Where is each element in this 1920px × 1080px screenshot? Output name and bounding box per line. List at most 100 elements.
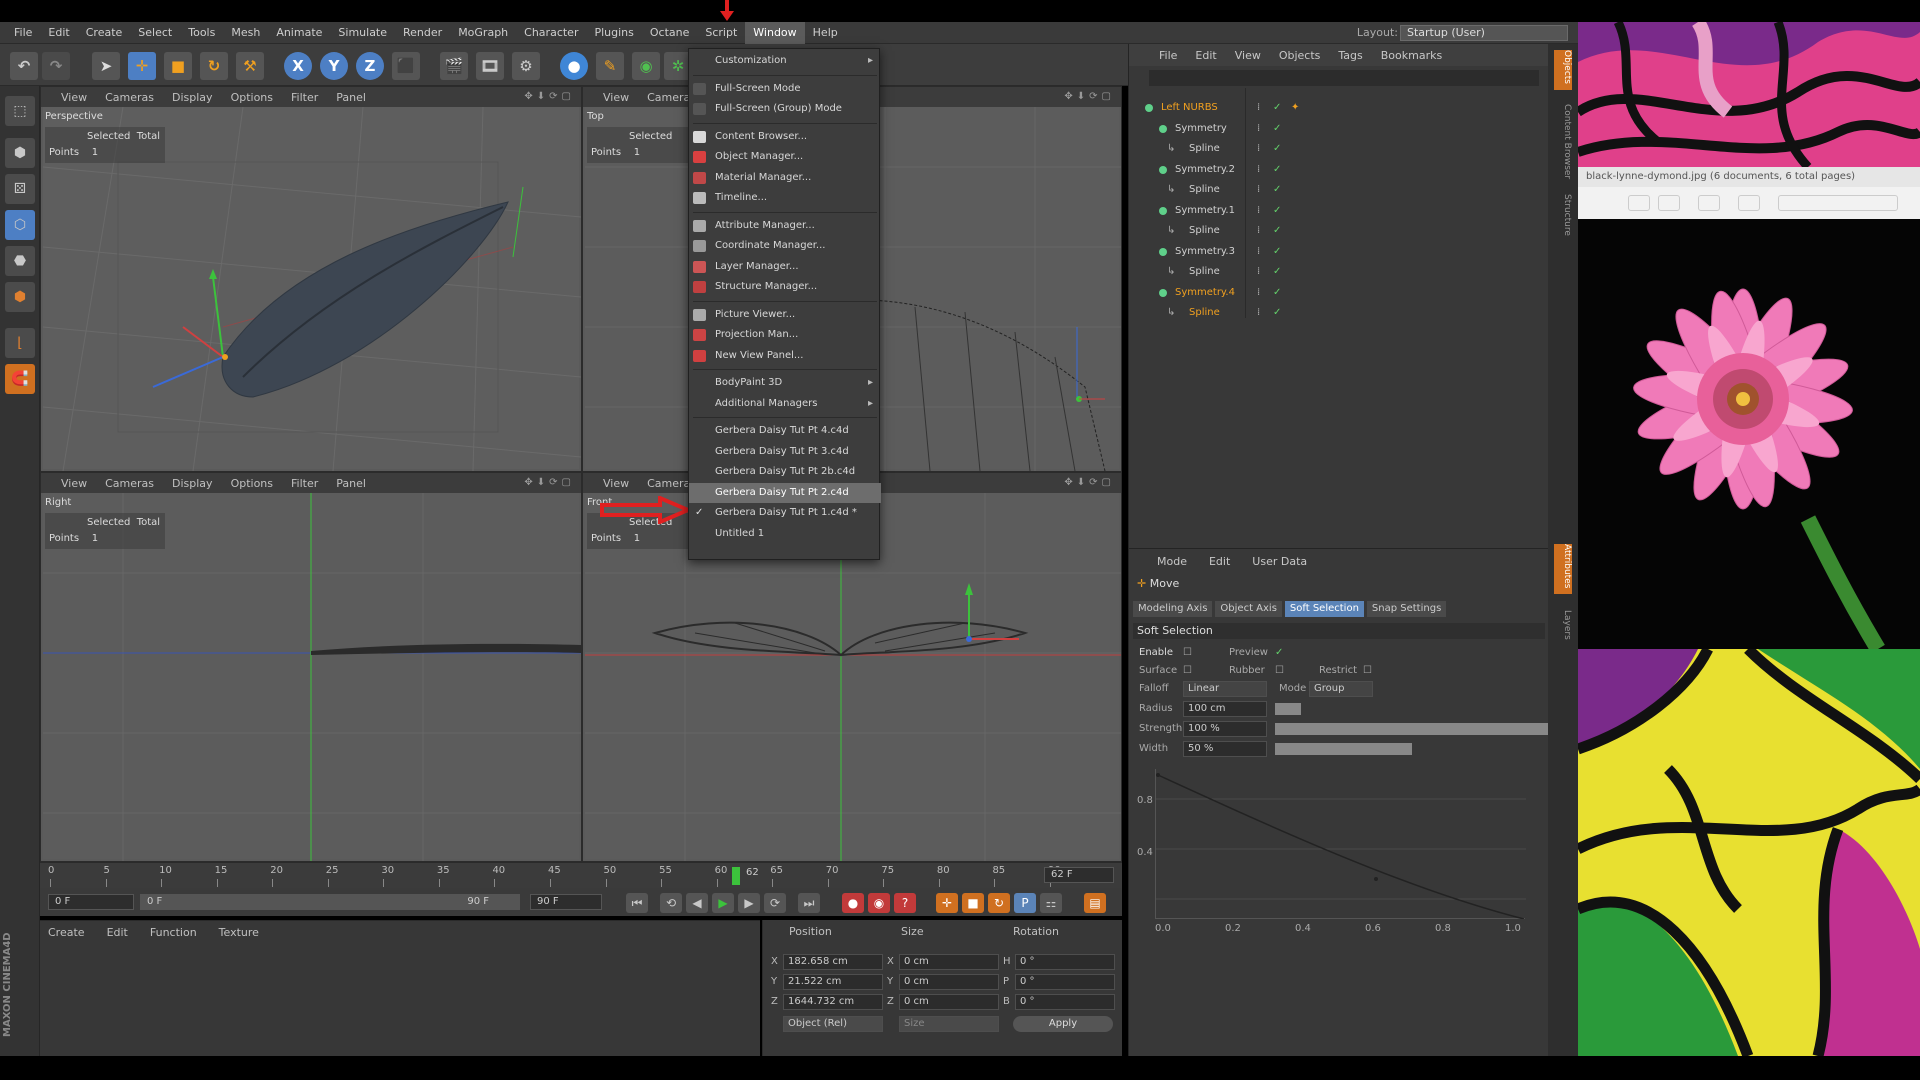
window-menu-item[interactable]: Gerbera Daisy Tut Pt 3.c4d	[689, 442, 881, 462]
om-menu-objects[interactable]: Objects	[1279, 49, 1321, 62]
enabled-check-icon[interactable]: ✓	[1273, 221, 1281, 241]
window-menu-item[interactable]: Gerbera Daisy Tut Pt 2.c4d	[689, 482, 881, 503]
radius-field[interactable]: 100 cm	[1183, 701, 1267, 717]
menu-render[interactable]: Render	[395, 22, 450, 44]
tag-icon[interactable]: ✦	[1291, 98, 1299, 118]
recent-tool-icon[interactable]: ⚒	[236, 52, 264, 80]
viewport-nav-icons[interactable]: ✥⬇⟳▢	[524, 477, 575, 488]
menu-window[interactable]: Window	[745, 21, 805, 44]
menu-plugins[interactable]: Plugins	[586, 22, 641, 44]
enabled-check-icon[interactable]: ✓	[1273, 119, 1281, 139]
window-menu-item[interactable]: ✓ Gerbera Daisy Tut Pt 1.c4d *	[689, 503, 881, 523]
menu-select[interactable]: Select	[130, 22, 180, 44]
window-menu-item[interactable]: Timeline...	[689, 188, 881, 208]
select-pointer-icon[interactable]: ➤	[92, 52, 120, 80]
vp-menu-options[interactable]: Options	[231, 91, 273, 104]
render-view-icon[interactable]: 🎬	[440, 52, 468, 80]
visibility-dots-icon[interactable]: ⁞	[1257, 221, 1260, 241]
size-x-field[interactable]: 0 cm	[899, 954, 999, 970]
visibility-dots-icon[interactable]: ⁞	[1257, 262, 1260, 282]
pen-spline-icon[interactable]: ✎	[596, 52, 624, 80]
object-row[interactable]: Left NURBS ⁞ ✓ ✦	[1129, 98, 1549, 118]
enabled-check-icon[interactable]: ✓	[1273, 201, 1281, 221]
points-mode-icon[interactable]: ⬡	[5, 210, 35, 240]
rotation-b-field[interactable]: 0 °	[1015, 994, 1115, 1010]
rotation-p-field[interactable]: 0 °	[1015, 974, 1115, 990]
viewport-nav-icons[interactable]: ✥⬇⟳▢	[524, 91, 575, 102]
texture-mode-icon[interactable]: ⚄	[5, 174, 35, 204]
axis-mode-icon[interactable]: ⌊	[5, 328, 35, 358]
mat-menu-texture[interactable]: Texture	[219, 926, 259, 939]
falloff-select[interactable]: Linear	[1183, 681, 1267, 697]
enable-checkbox[interactable]: ☐	[1183, 647, 1192, 658]
make-editable-icon[interactable]: ⬚	[5, 96, 35, 126]
window-menu-item[interactable]: Gerbera Daisy Tut Pt 4.c4d	[689, 421, 881, 441]
rotation-key-icon[interactable]: ↻	[988, 893, 1010, 913]
object-row-spline[interactable]: ↳ Spline ⁞ ✓	[1129, 221, 1549, 241]
width-field[interactable]: 50 %	[1183, 741, 1267, 757]
timeline-ticks[interactable]: 051015202530354045505560657075808590	[48, 865, 1068, 887]
enabled-check-icon[interactable]: ✓	[1273, 180, 1281, 200]
model-mode-icon[interactable]: ⬢	[5, 138, 35, 168]
preview-dropdown-icon[interactable]	[1658, 195, 1680, 211]
menu-script[interactable]: Script	[697, 22, 745, 44]
side-tab-attributes[interactable]: Attributes	[1554, 544, 1572, 594]
window-menu-item[interactable]: Gerbera Daisy Tut Pt 2b.c4d	[689, 462, 881, 482]
visibility-dots-icon[interactable]: ⁞	[1257, 180, 1260, 200]
redo-icon[interactable]: ↷	[42, 52, 70, 80]
goto-start-icon[interactable]: ⏮	[626, 893, 648, 913]
window-menu-item[interactable]: Additional Managers ▸	[689, 394, 881, 414]
menu-animate[interactable]: Animate	[268, 22, 330, 44]
visibility-dots-icon[interactable]: ⁞	[1257, 119, 1260, 139]
menu-create[interactable]: Create	[78, 22, 131, 44]
visibility-dots-icon[interactable]: ⁞	[1257, 98, 1260, 118]
menu-simulate[interactable]: Simulate	[330, 22, 395, 44]
x-axis-lock-icon[interactable]: X	[284, 52, 312, 80]
goto-prev-key-icon[interactable]: ⟲	[660, 893, 682, 913]
preview-checkbox[interactable]: ✓	[1275, 647, 1283, 658]
menu-tools[interactable]: Tools	[180, 22, 223, 44]
vp-menu-view[interactable]: View	[603, 91, 629, 104]
om-menu-edit[interactable]: Edit	[1195, 49, 1216, 62]
side-tab-structure[interactable]: Structure	[1554, 194, 1572, 244]
menu-mograph[interactable]: MoGraph	[450, 22, 516, 44]
timeline-playhead[interactable]	[732, 867, 740, 885]
object-row[interactable]: Symmetry.1 ⁞ ✓	[1129, 201, 1549, 221]
enabled-check-icon[interactable]: ✓	[1273, 283, 1281, 303]
autokey-icon[interactable]: ◉	[868, 893, 890, 913]
window-menu-item[interactable]: Customization ▸	[689, 51, 881, 71]
mat-menu-create[interactable]: Create	[48, 926, 85, 939]
window-menu-item[interactable]: BodyPaint 3D ▸	[689, 373, 881, 393]
window-menu-item[interactable]: Material Manager...	[689, 168, 881, 188]
object-row[interactable]: Symmetry.3 ⁞ ✓	[1129, 242, 1549, 262]
tab-soft-selection[interactable]: Soft Selection	[1284, 601, 1364, 617]
tab-object-axis[interactable]: Object Axis	[1215, 601, 1282, 617]
preview-search-field[interactable]	[1778, 195, 1898, 211]
position-z-field[interactable]: 1644.732 cm	[783, 994, 883, 1010]
end-frame-field[interactable]: 90 F	[530, 894, 602, 910]
viewport-nav-icons[interactable]: ✥⬇⟳▢	[1064, 477, 1115, 488]
object-row[interactable]: Symmetry.4 ⁞ ✓	[1129, 283, 1549, 303]
window-menu-item[interactable]: Picture Viewer...	[689, 305, 881, 325]
menu-octane[interactable]: Octane	[642, 22, 698, 44]
render-picture-viewer-icon[interactable]: 🎞	[476, 52, 504, 80]
position-key-icon[interactable]: ✛	[936, 893, 958, 913]
visibility-dots-icon[interactable]: ⁞	[1257, 139, 1260, 159]
preview-range-slider[interactable]: 0 F 90 F	[140, 894, 520, 910]
window-menu-item[interactable]: Content Browser...	[689, 127, 881, 147]
strength-slider[interactable]	[1275, 723, 1549, 735]
width-slider[interactable]	[1275, 743, 1412, 755]
menu-character[interactable]: Character	[516, 22, 586, 44]
object-row-spline[interactable]: ↳ Spline ⁞ ✓	[1129, 139, 1549, 159]
move-tool-icon[interactable]: ✛	[128, 52, 156, 80]
mode-select[interactable]: Group	[1309, 681, 1373, 697]
scale-tool-icon[interactable]: ■	[164, 52, 192, 80]
om-menu-file[interactable]: File	[1159, 49, 1177, 62]
restrict-checkbox[interactable]: ☐	[1363, 665, 1372, 676]
tab-snap-settings[interactable]: Snap Settings	[1366, 601, 1447, 617]
coordinate-system-icon[interactable]: ⬛	[392, 52, 420, 80]
position-y-field[interactable]: 21.522 cm	[783, 974, 883, 990]
snap-icon[interactable]: 🧲	[5, 364, 35, 394]
rotation-h-field[interactable]: 0 °	[1015, 954, 1115, 970]
material-manager[interactable]: Create Edit Function Texture	[40, 920, 760, 1056]
